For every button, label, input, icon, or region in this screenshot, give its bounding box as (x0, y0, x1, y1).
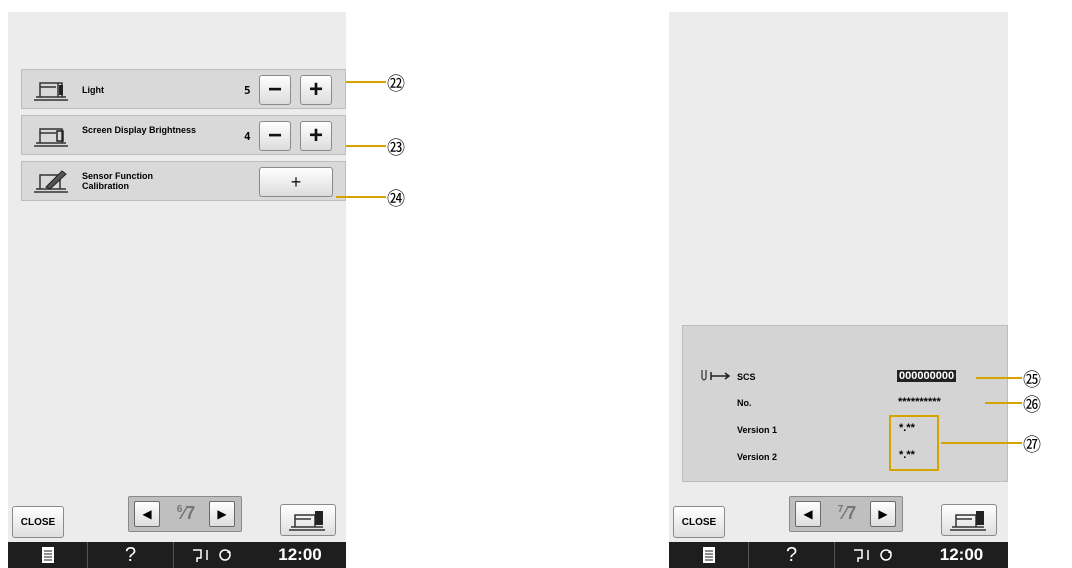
settings-screen-page-7: SCS 000000000 No. ********** Version 1 *… (669, 12, 1008, 568)
sensor-calibration-row: Sensor Function Calibration + (21, 161, 346, 201)
status-bar-manual-button[interactable] (669, 542, 749, 568)
scs-value: 000000000 (897, 370, 957, 382)
previous-page-button[interactable]: ◀ (134, 501, 160, 527)
light-increase-button[interactable]: + (300, 75, 332, 105)
callout-line-24 (336, 196, 386, 198)
callout-line-22 (346, 81, 386, 83)
settings-screen-page-6: Light 5 − + Screen Display Brightness 4 … (8, 12, 346, 568)
clock: 12:00 (278, 545, 322, 564)
brightness-setting-row: Screen Display Brightness 4 − + (21, 115, 346, 155)
scs-label: SCS (737, 372, 756, 382)
version2-label: Version 2 (737, 452, 778, 462)
brightness-increase-button[interactable]: + (300, 121, 332, 151)
page-indicator: 6⁄7 (176, 503, 196, 523)
embroidery-machine-icon (289, 511, 325, 531)
presser-foot-rotate-icon (854, 549, 892, 562)
brightness-value: 4 (244, 130, 251, 143)
page-indicator: 7⁄7 (837, 503, 857, 523)
sensor-pen-icon (34, 170, 68, 193)
light-value: 5 (244, 84, 251, 97)
next-page-button[interactable]: ▶ (209, 501, 235, 527)
clock: 12:00 (939, 545, 984, 564)
callout-line-25 (976, 377, 1022, 379)
version1-label: Version 1 (737, 425, 778, 435)
version-highlight-box (889, 415, 939, 471)
light-decrease-button[interactable]: − (259, 75, 291, 105)
needle-arrow-icon (701, 370, 731, 381)
page-navigator: ◀ 7⁄7 ▶ (789, 496, 903, 532)
status-bar: ? 12:00 (669, 542, 1008, 568)
embroidery-machine-icon (950, 511, 986, 531)
light-label: Light (82, 85, 104, 95)
embroidery-unit-button[interactable] (941, 504, 997, 536)
sewing-machine-screen-icon (34, 128, 68, 147)
close-button[interactable]: CLOSE (12, 506, 64, 538)
brightness-label: Screen Display Brightness (82, 125, 197, 135)
machine-info-panel: SCS 000000000 No. ********** Version 1 *… (682, 325, 1008, 482)
embroidery-unit-button[interactable] (280, 504, 336, 536)
callout-line-27 (941, 442, 1022, 444)
callout-22: ㉒ (387, 74, 405, 95)
status-bar: ? 12:00 (8, 542, 346, 568)
presser-foot-status (174, 542, 254, 568)
status-bar-manual-button[interactable] (8, 542, 88, 568)
callout-26: ㉖ (1023, 395, 1041, 416)
callout-23: ㉓ (387, 138, 405, 159)
page-navigator: ◀ 6⁄7 ▶ (128, 496, 242, 532)
light-setting-row: Light 5 − + (21, 69, 346, 109)
presser-foot-status (835, 542, 915, 568)
sensor-calibration-button[interactable]: + (259, 167, 333, 197)
serial-number-value: ********** (898, 396, 941, 408)
sewing-machine-light-icon (34, 82, 68, 101)
brightness-decrease-button[interactable]: − (259, 121, 291, 151)
help-button[interactable]: ? (749, 542, 835, 568)
presser-foot-rotate-icon (193, 549, 231, 562)
callout-24: ㉔ (387, 189, 405, 210)
callout-25: ㉕ (1023, 370, 1041, 391)
callout-27: ㉗ (1023, 435, 1041, 456)
close-button[interactable]: CLOSE (673, 506, 725, 538)
next-page-button[interactable]: ▶ (870, 501, 896, 527)
help-button[interactable]: ? (88, 542, 174, 568)
callout-line-26 (985, 402, 1022, 404)
document-icon (41, 547, 54, 563)
previous-page-button[interactable]: ◀ (795, 501, 821, 527)
serial-number-label: No. (737, 398, 752, 408)
document-icon (702, 547, 715, 563)
callout-line-23 (346, 145, 386, 147)
sensor-calibration-label: Sensor Function Calibration (82, 171, 154, 191)
